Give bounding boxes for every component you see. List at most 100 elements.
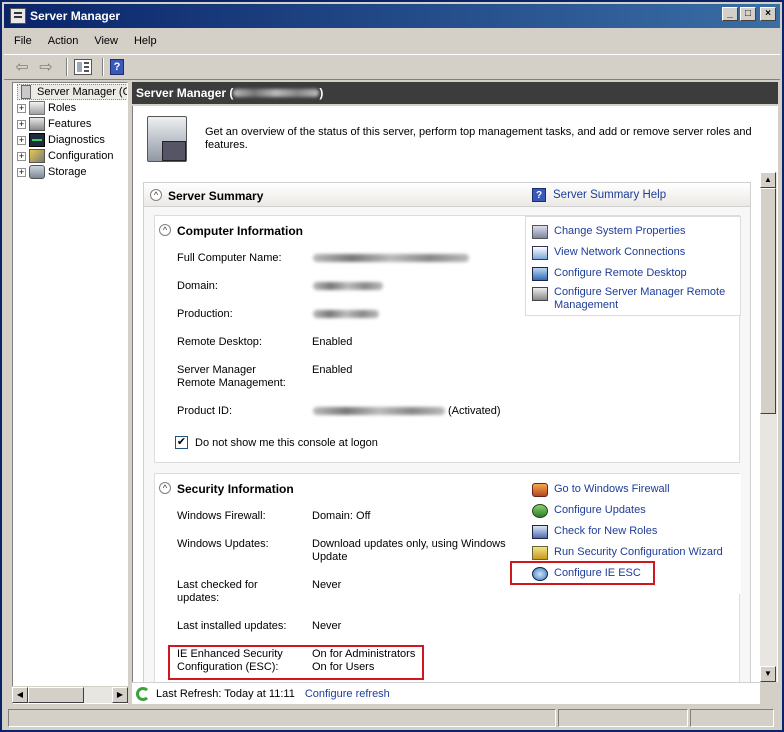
configure-smrm-link-line1[interactable]: Configure Server Manager Remote: [554, 286, 725, 298]
run-security-configuration-wizard-link[interactable]: Run Security Configuration Wizard: [554, 546, 723, 558]
title-bar[interactable]: Server Manager _ □ ×: [4, 4, 780, 28]
scroll-left-button[interactable]: ◀: [12, 687, 28, 703]
collapse-icon[interactable]: ^: [159, 224, 171, 236]
maximize-button[interactable]: □: [740, 7, 756, 21]
windows-updates-value-line1: Download updates only, using Windows: [312, 538, 506, 550]
back-icon[interactable]: ⇦: [12, 58, 32, 76]
storage-icon: [29, 165, 45, 179]
logon-checkbox[interactable]: ✔: [175, 436, 188, 449]
configure-refresh-link[interactable]: Configure refresh: [305, 688, 390, 700]
server-summary-help-link[interactable]: Server Summary Help: [553, 189, 666, 201]
scroll-right-button[interactable]: ▶: [112, 687, 128, 703]
highlight-ie-esc-status: [168, 645, 424, 680]
forward-icon[interactable]: ⇨: [36, 58, 56, 76]
main-header-prefix: Server Manager (: [136, 86, 234, 100]
redacted-computer-name: [313, 254, 469, 262]
configure-smrm-link-line2[interactable]: Management: [554, 299, 618, 311]
status-cell: [558, 709, 688, 727]
tree-item-features[interactable]: + Features: [17, 116, 91, 132]
collapse-icon[interactable]: ^: [159, 482, 171, 494]
scroll-up-button[interactable]: ▲: [760, 172, 776, 188]
expand-icon[interactable]: +: [17, 103, 26, 113]
last-checked-value: Never: [312, 579, 342, 591]
menu-bar: File Action View Help: [4, 30, 780, 52]
computer-actions-panel: Change System Properties View Network Co…: [525, 216, 741, 316]
tree-item-server-manager[interactable]: Server Manager (C: [17, 84, 128, 100]
main-header: Server Manager ( ): [132, 82, 778, 104]
server-summary-panel: ^ Server Summary ? Server Summary Help ^…: [143, 182, 751, 682]
menu-action[interactable]: Action: [48, 35, 79, 47]
expand-icon[interactable]: +: [17, 167, 26, 177]
collapse-icon[interactable]: ^: [150, 189, 162, 201]
console-tree: Server Manager (C + Roles + Features + D…: [12, 82, 128, 704]
remote-desktop-icon: [532, 267, 548, 281]
configure-updates-link[interactable]: Configure Updates: [554, 504, 646, 516]
computer-information-section: ^ Computer Information Full Computer Nam…: [154, 215, 741, 463]
menu-help[interactable]: Help: [134, 35, 157, 47]
domain-label: Domain:: [177, 280, 218, 292]
last-installed-label: Last installed updates:: [177, 620, 287, 632]
view-network-connections-link[interactable]: View Network Connections: [554, 246, 685, 258]
tree-horizontal-scrollbar[interactable]: ◀ ▶: [12, 686, 128, 703]
product-id-label: Product ID:: [177, 405, 233, 417]
production-label: Production:: [177, 308, 233, 320]
scroll-thumb[interactable]: [28, 687, 84, 703]
server-summary-header: ^ Server Summary ? Server Summary Help: [144, 183, 750, 207]
product-id-status: (Activated): [448, 405, 501, 417]
refresh-icon: [136, 686, 150, 701]
logon-checkbox-label[interactable]: Do not show me this console at logon: [195, 437, 378, 449]
windows-updates-value-line2: Update: [312, 551, 348, 563]
tree-item-label: Diagnostics: [48, 134, 105, 146]
scroll-down-button[interactable]: ▼: [760, 666, 776, 682]
server-manager-window: Server Manager _ □ × File Action View He…: [0, 0, 784, 732]
tree-item-storage[interactable]: + Storage: [17, 164, 87, 180]
highlight-configure-ie-esc: [510, 561, 655, 585]
menu-file[interactable]: File: [14, 35, 32, 47]
expand-icon[interactable]: +: [17, 119, 26, 129]
show-hide-console-tree-icon[interactable]: [74, 59, 92, 75]
tree-item-diagnostics[interactable]: + Diagnostics: [17, 132, 105, 148]
change-system-properties-link[interactable]: Change System Properties: [554, 225, 685, 237]
computer-information-title: Computer Information: [177, 224, 303, 238]
expand-icon[interactable]: +: [17, 135, 26, 145]
scroll-thumb[interactable]: [760, 188, 776, 414]
window-title: Server Manager: [30, 9, 121, 23]
configure-remote-desktop-link[interactable]: Configure Remote Desktop: [554, 267, 687, 279]
redacted-server-name: [233, 89, 320, 97]
tree-item-label: Server Manager (C: [37, 86, 128, 98]
windows-updates-label: Windows Updates:: [177, 538, 269, 550]
main-content: Get an overview of the status of this se…: [132, 106, 778, 682]
check-for-new-roles-link[interactable]: Check for New Roles: [554, 525, 657, 537]
close-button[interactable]: ×: [760, 7, 776, 21]
tree-item-label: Features: [48, 118, 92, 130]
system-properties-icon: [532, 225, 548, 239]
tree-item-label: Roles: [48, 102, 77, 114]
tree-item-roles[interactable]: + Roles: [17, 100, 76, 116]
overview-text: Get an overview of the status of this se…: [205, 126, 752, 151]
status-cell: [690, 709, 774, 727]
help-icon: ?: [532, 188, 546, 202]
last-checked-label-line1: Last checked for: [177, 579, 258, 591]
expand-icon[interactable]: +: [17, 151, 26, 161]
tree-item-label: Configuration: [48, 150, 114, 162]
go-to-windows-firewall-link[interactable]: Go to Windows Firewall: [554, 483, 670, 495]
roles-icon: [29, 101, 45, 115]
redacted-domain: [313, 282, 383, 290]
tree-item-configuration[interactable]: + Configuration: [17, 148, 113, 164]
menu-view[interactable]: View: [94, 35, 118, 47]
server-manager-icon: [10, 8, 26, 24]
help-icon[interactable]: ?: [110, 59, 124, 75]
network-connections-icon: [532, 246, 548, 260]
status-cell: [8, 709, 556, 727]
toolbar-separator: [102, 58, 104, 76]
remote-desktop-value: Enabled: [312, 336, 353, 348]
redacted-production: [313, 310, 379, 318]
tree-item-label: Storage: [48, 166, 87, 178]
server-manager-remote-icon: [532, 287, 548, 301]
toolbar: ⇦ ⇨ ?: [4, 54, 780, 80]
smrm-label-line1: Server Manager: [177, 364, 256, 376]
windows-update-icon: [532, 504, 548, 518]
main-vertical-scrollbar[interactable]: ▲ ▼: [760, 172, 777, 682]
minimize-button[interactable]: _: [722, 7, 738, 21]
smrm-label-line2: Remote Management:: [177, 377, 286, 389]
